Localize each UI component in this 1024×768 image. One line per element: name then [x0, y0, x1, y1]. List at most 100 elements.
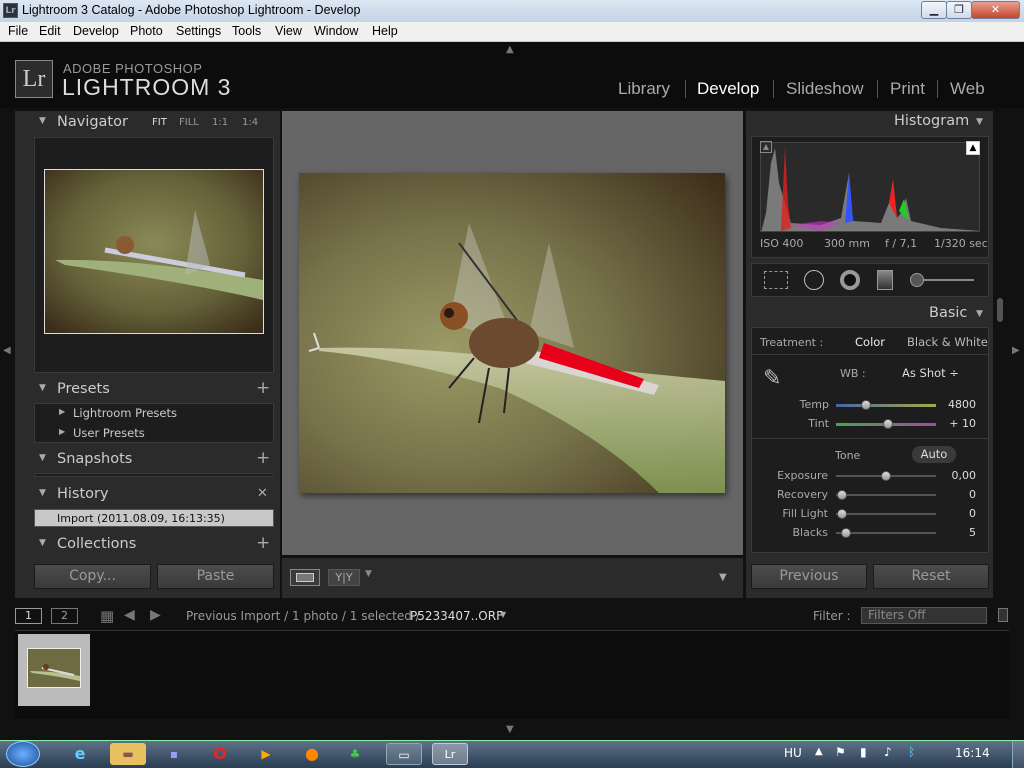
- back-arrow-icon[interactable]: ◀: [124, 607, 135, 623]
- copy-button[interactable]: Copy...: [34, 564, 151, 589]
- recovery-slider-thumb[interactable]: [837, 490, 847, 500]
- module-print[interactable]: Print: [890, 79, 925, 99]
- collections-header[interactable]: ▼ Collections +: [30, 533, 275, 557]
- preset-folder[interactable]: Lightroom Presets: [73, 406, 177, 420]
- presets-header[interactable]: ▼ Presets +: [30, 378, 275, 402]
- volume-icon[interactable]: ♪: [884, 745, 892, 759]
- save-disk-icon[interactable]: ▪: [156, 743, 192, 765]
- menu-file[interactable]: File: [8, 24, 28, 38]
- close-button[interactable]: ✕: [971, 1, 1020, 19]
- before-after-dropdown-icon[interactable]: ▼: [365, 569, 372, 579]
- reset-button[interactable]: Reset: [873, 564, 989, 589]
- window-switcher-icon[interactable]: ▭: [386, 743, 422, 765]
- clock[interactable]: 16:14: [955, 746, 990, 760]
- opera-icon[interactable]: O: [202, 743, 238, 765]
- tint-slider-thumb[interactable]: [883, 419, 893, 429]
- treatment-color[interactable]: Color: [855, 335, 885, 349]
- bluetooth-icon[interactable]: ᛒ: [908, 745, 915, 759]
- minimize-button[interactable]: ▁: [921, 1, 947, 19]
- network-signal-icon[interactable]: ▮: [860, 745, 867, 759]
- grid-view-icon[interactable]: ▦: [100, 607, 114, 625]
- recovery-value[interactable]: 0: [940, 488, 976, 501]
- expand-icon[interactable]: ▶: [59, 427, 65, 436]
- left-panel-toggle-icon[interactable]: ◀: [3, 345, 11, 356]
- show-hidden-icons[interactable]: ▲: [815, 746, 823, 757]
- menu-edit[interactable]: Edit: [39, 24, 61, 38]
- wb-select[interactable]: As Shot ÷: [902, 366, 959, 380]
- forward-arrow-icon[interactable]: ▶: [150, 607, 161, 623]
- fill-light-value[interactable]: 0: [940, 507, 976, 520]
- snapshots-header[interactable]: ▼ Snapshots +: [30, 448, 275, 472]
- fill-light-slider-track[interactable]: [836, 513, 936, 515]
- auto-tone-button[interactable]: Auto: [912, 446, 956, 463]
- treatment-black-white[interactable]: Black & White: [907, 335, 988, 349]
- temp-slider-thumb[interactable]: [861, 400, 871, 410]
- navigator-header[interactable]: ▼ Navigator FIT FILL 1:1 1:4: [30, 112, 275, 136]
- recovery-slider-track[interactable]: [836, 494, 936, 496]
- explorer-folder-icon[interactable]: ▬: [110, 743, 146, 765]
- add-preset-icon[interactable]: +: [256, 378, 270, 398]
- media-player-icon[interactable]: ▶: [248, 743, 284, 765]
- snapshots-collapse-icon[interactable]: ▼: [39, 453, 46, 463]
- module-develop[interactable]: Develop: [697, 79, 759, 99]
- bottom-panel-toggle-icon[interactable]: ▼: [506, 724, 514, 735]
- filmstrip-thumbnail[interactable]: [27, 648, 81, 688]
- navigator-preview-image[interactable]: [44, 169, 264, 334]
- zoom-fit[interactable]: FIT: [152, 117, 167, 128]
- network-share-icon[interactable]: ♣: [337, 743, 373, 765]
- right-panel-scrollbar[interactable]: [997, 298, 1003, 322]
- preset-folder[interactable]: User Presets: [73, 426, 145, 440]
- filmstrip-thumbnail-cell[interactable]: [18, 634, 90, 706]
- module-slideshow[interactable]: Slideshow: [786, 79, 864, 99]
- collections-collapse-icon[interactable]: ▼: [39, 538, 46, 548]
- show-desktop-button[interactable]: [1012, 741, 1024, 768]
- temp-slider-track[interactable]: [836, 404, 936, 407]
- spot-removal-icon[interactable]: [804, 270, 824, 290]
- screen2-button[interactable]: 2: [51, 608, 78, 624]
- maximize-button[interactable]: ❐: [946, 1, 972, 19]
- expand-icon[interactable]: ▶: [59, 407, 65, 416]
- internet-explorer-icon[interactable]: e: [62, 743, 98, 765]
- history-collapse-icon[interactable]: ▼: [39, 488, 46, 498]
- red-eye-icon[interactable]: [840, 270, 860, 290]
- module-web[interactable]: Web: [950, 79, 985, 99]
- paste-button[interactable]: Paste: [157, 564, 274, 589]
- add-collection-icon[interactable]: +: [256, 533, 270, 553]
- tint-value[interactable]: + 10: [940, 417, 976, 430]
- top-panel-toggle-icon[interactable]: ▲: [506, 44, 514, 55]
- zoom-1-4[interactable]: 1:4: [242, 117, 258, 128]
- histogram-collapse-icon[interactable]: ▼: [976, 117, 983, 127]
- exposure-value[interactable]: 0,00: [940, 469, 977, 482]
- zoom-1-1[interactable]: 1:1: [212, 117, 228, 128]
- module-library[interactable]: Library: [618, 79, 670, 99]
- previous-button[interactable]: Previous: [751, 564, 867, 589]
- menu-develop[interactable]: Develop: [73, 24, 119, 38]
- zoom-fill[interactable]: FILL: [179, 117, 199, 128]
- fill-light-slider-thumb[interactable]: [837, 509, 847, 519]
- menu-window[interactable]: Window: [314, 24, 358, 38]
- presets-collapse-icon[interactable]: ▼: [39, 383, 46, 393]
- language-indicator[interactable]: HU: [784, 746, 802, 760]
- screen1-button[interactable]: 1: [15, 608, 42, 624]
- lightroom-taskbar-icon[interactable]: Lr: [432, 743, 468, 765]
- blacks-value[interactable]: 5: [940, 526, 976, 539]
- graduated-filter-icon[interactable]: [877, 270, 893, 290]
- temp-value[interactable]: 4800: [940, 398, 976, 411]
- filter-select[interactable]: Filters Off: [861, 607, 987, 624]
- menu-photo[interactable]: Photo: [130, 24, 163, 38]
- navigator-collapse-icon[interactable]: ▼: [39, 116, 46, 126]
- blacks-slider-thumb[interactable]: [841, 528, 851, 538]
- toolbar-menu-icon[interactable]: ▼: [719, 572, 727, 583]
- firefox-icon[interactable]: ●: [294, 743, 330, 765]
- start-button[interactable]: [6, 741, 40, 767]
- crop-tool-icon[interactable]: [764, 271, 788, 289]
- filmstrip-filename[interactable]: P5233407..ORF: [410, 609, 503, 623]
- menu-tools[interactable]: Tools: [232, 24, 261, 38]
- filter-lock-icon[interactable]: [998, 608, 1008, 622]
- menu-help[interactable]: Help: [372, 24, 398, 38]
- adjustment-brush-icon[interactable]: [910, 273, 974, 287]
- history-item[interactable]: Import (2011.08.09, 16:13:35): [34, 509, 274, 527]
- history-header[interactable]: ▼ History ✕: [30, 483, 275, 507]
- right-panel-toggle-icon[interactable]: ▶: [1012, 345, 1020, 356]
- blacks-slider-track[interactable]: [836, 532, 936, 534]
